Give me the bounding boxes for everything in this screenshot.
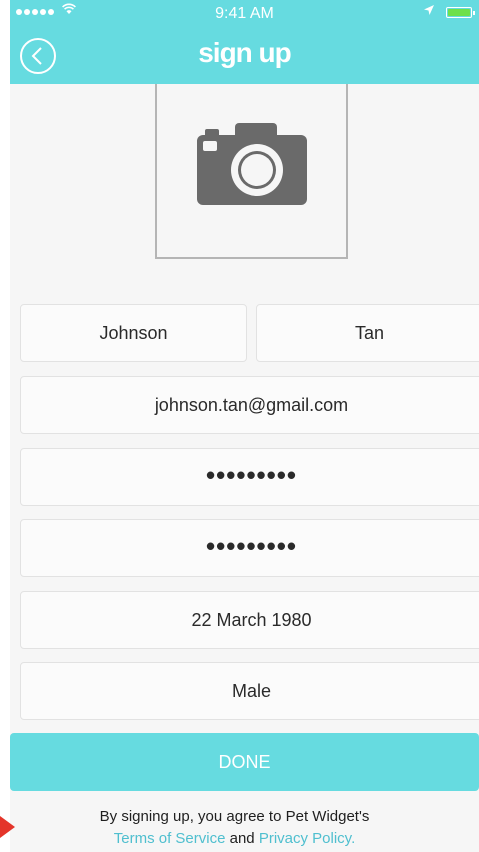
first-name-field[interactable]: Johnson (20, 304, 247, 362)
terms-of-service-link[interactable]: Terms of Service (114, 830, 226, 847)
terms-line-1: By signing up, you agree to Pet Widget's (99, 808, 370, 825)
camera-icon (197, 123, 307, 205)
terms-text: By signing up, you agree to Pet Widget's… (0, 806, 469, 850)
pointer-indicator (0, 816, 15, 838)
password-field[interactable]: ••••••••• (20, 448, 479, 506)
status-bar: 9:41 AM (10, 0, 479, 30)
profile-photo-upload[interactable] (155, 84, 348, 259)
terms-line-2: Terms of Service and Privacy Policy. (0, 828, 469, 850)
terms-and-text: and (229, 830, 255, 847)
battery-icon (446, 7, 475, 18)
status-time: 9:41 AM (215, 5, 274, 22)
email-field[interactable]: johnson.tan@gmail.com (20, 376, 479, 434)
done-button[interactable]: DONE (10, 733, 479, 791)
confirm-password-field[interactable]: ••••••••• (20, 519, 479, 577)
birthday-field[interactable]: 22 March 1980 (20, 591, 479, 649)
privacy-policy-link[interactable]: Privacy Policy. (259, 830, 355, 847)
last-name-field[interactable]: Tan (256, 304, 479, 362)
location-arrow-icon (423, 4, 435, 19)
header-bar: 9:41 AM sign up (10, 0, 479, 84)
gender-field[interactable]: Male (20, 662, 479, 720)
page-title: sign up (198, 37, 292, 68)
